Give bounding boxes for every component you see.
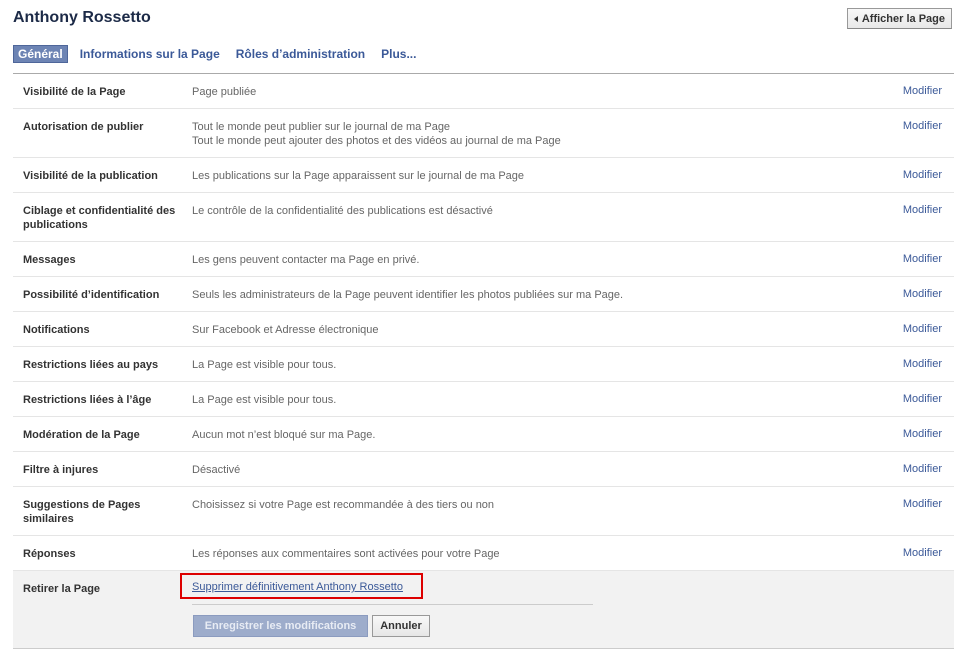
row-value: Les gens peuvent contacter ma Page en pr…	[192, 254, 420, 266]
settings-row-replies: Réponses Les réponses aux commentaires s…	[13, 536, 954, 571]
row-value: Le contrôle de la confidentialité des pu…	[192, 205, 493, 217]
row-label: Notifications	[23, 324, 90, 336]
settings-row-messages: Messages Les gens peuvent contacter ma P…	[13, 242, 954, 277]
divider	[192, 604, 593, 605]
row-value: Tout le monde peut publier sur le journa…	[192, 120, 872, 148]
row-value: La Page est visible pour tous.	[192, 394, 337, 406]
settings-row-posting-permission: Autorisation de publier Tout le monde pe…	[13, 109, 954, 158]
edit-link[interactable]: Modifier	[903, 204, 942, 216]
row-value: Les réponses aux commentaires sont activ…	[192, 548, 500, 560]
edit-link[interactable]: Modifier	[903, 120, 942, 132]
edit-link[interactable]: Modifier	[903, 253, 942, 265]
settings-row-country-restrictions: Restrictions liées au pays La Page est v…	[13, 347, 954, 382]
settings-row-notifications: Notifications Sur Facebook et Adresse él…	[13, 312, 954, 347]
edit-link[interactable]: Modifier	[903, 428, 942, 440]
edit-link[interactable]: Modifier	[903, 169, 942, 181]
row-value: Choisissez si votre Page est recommandée…	[192, 499, 495, 511]
edit-link[interactable]: Modifier	[903, 85, 942, 97]
settings-row-page-visibility: Visibilité de la Page Page publiée Modif…	[13, 74, 954, 109]
tab-general[interactable]: Général	[13, 45, 68, 63]
settings-row-similar-pages: Suggestions de Pages similaires Choisiss…	[13, 487, 954, 536]
settings-list: Visibilité de la Page Page publiée Modif…	[13, 73, 954, 649]
row-label: Retirer la Page	[23, 583, 101, 595]
settings-row-age-restrictions: Restrictions liées à l’âge La Page est v…	[13, 382, 954, 417]
settings-tabs: Général Informations sur la Page Rôles d…	[13, 44, 432, 64]
tab-page-info[interactable]: Informations sur la Page	[80, 47, 220, 61]
view-page-label: Afficher la Page	[861, 12, 945, 25]
row-label: Autorisation de publier	[23, 121, 144, 133]
edit-link[interactable]: Modifier	[903, 393, 942, 405]
settings-row-page-moderation: Modération de la Page Aucun mot n’est bl…	[13, 417, 954, 452]
row-value: Aucun mot n’est bloqué sur ma Page.	[192, 429, 376, 441]
edit-link[interactable]: Modifier	[903, 498, 942, 510]
settings-row-post-targeting: Ciblage et confidentialité des publicati…	[13, 193, 954, 242]
row-value: Sur Facebook et Adresse électronique	[192, 324, 379, 336]
settings-row-tagging: Possibilité d’identification Seuls les a…	[13, 277, 954, 312]
edit-link[interactable]: Modifier	[903, 547, 942, 559]
row-value: La Page est visible pour tous.	[192, 359, 337, 371]
row-label: Réponses	[23, 548, 76, 560]
edit-link[interactable]: Modifier	[903, 323, 942, 335]
row-label: Visibilité de la Page	[23, 86, 126, 98]
row-value-line-1: Tout le monde peut publier sur le journa…	[192, 121, 451, 133]
view-page-button[interactable]: Afficher la Page	[846, 8, 952, 29]
row-value: Les publications sur la Page apparaissen…	[192, 170, 525, 182]
edit-link[interactable]: Modifier	[903, 288, 942, 300]
row-value: Page publiée	[192, 86, 257, 98]
tab-admin-roles[interactable]: Rôles d’administration	[236, 47, 365, 61]
row-value-line-2: Tout le monde peut ajouter des photos et…	[192, 135, 561, 147]
row-label: Possibilité d’identification	[23, 289, 160, 301]
delete-page-link[interactable]: Supprimer définitivement Anthony Rossett…	[192, 581, 403, 593]
settings-row-remove-page: Retirer la Page Supprimer définitivement…	[13, 571, 954, 649]
row-label: Restrictions liées au pays	[23, 359, 159, 371]
row-value: Désactivé	[192, 464, 241, 476]
cancel-button[interactable]: Annuler	[372, 615, 430, 637]
settings-row-profanity-filter: Filtre à injures Désactivé Modifier	[13, 452, 954, 487]
row-label: Suggestions de Pages similaires	[23, 499, 141, 525]
caret-left-icon	[853, 15, 858, 22]
tab-more[interactable]: Plus...	[381, 47, 416, 61]
page-header: Anthony Rossetto Afficher la Page	[13, 8, 952, 32]
row-label: Restrictions liées à l’âge	[23, 394, 152, 406]
row-label: Visibilité de la publication	[23, 170, 158, 182]
row-value: Seuls les administrateurs de la Page peu…	[192, 289, 624, 301]
edit-link[interactable]: Modifier	[903, 358, 942, 370]
edit-link[interactable]: Modifier	[903, 463, 942, 475]
row-label: Ciblage et confidentialité des publicati…	[23, 205, 176, 231]
row-label: Modération de la Page	[23, 429, 140, 441]
row-label: Messages	[23, 254, 76, 266]
settings-row-post-visibility: Visibilité de la publication Les publica…	[13, 158, 954, 193]
row-label: Filtre à injures	[23, 464, 99, 476]
page-title: Anthony Rossetto	[13, 9, 151, 26]
save-changes-button[interactable]: Enregistrer les modifications	[193, 615, 368, 637]
